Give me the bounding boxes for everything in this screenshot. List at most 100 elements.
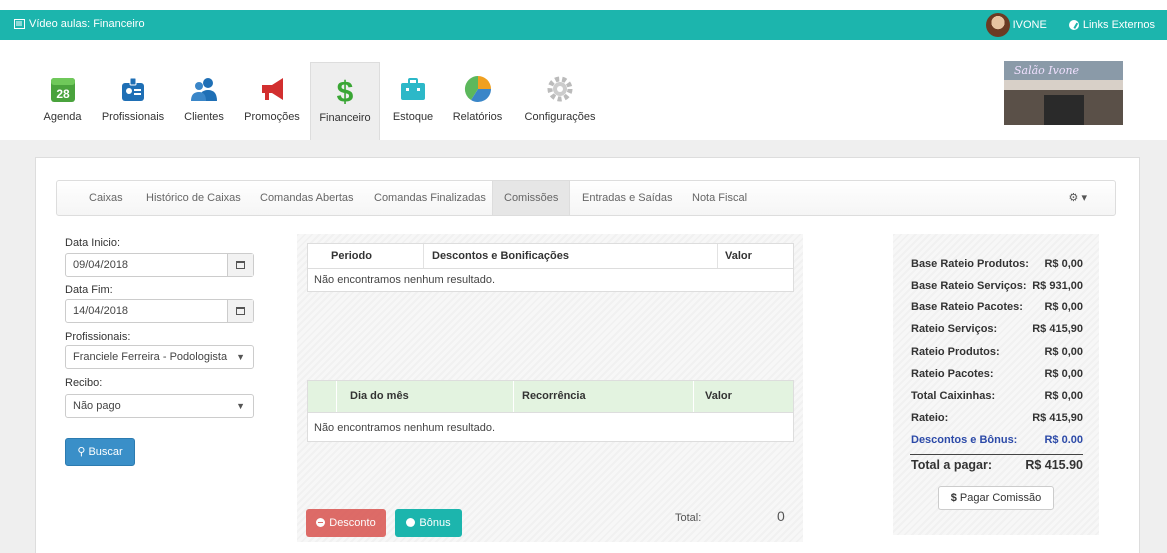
id-card-icon [122, 77, 144, 101]
dollar-icon: $ [337, 76, 354, 105]
tab-nota-fiscal[interactable]: Nota Fiscal [692, 181, 747, 215]
summary-row-descontos: Descontos e Bônus: R$ 0.00 [911, 434, 1083, 446]
summary-value: R$ 931,00 [1032, 280, 1083, 292]
summary-value: R$ 0,00 [1044, 301, 1083, 313]
buscar-button[interactable]: ⚲ Buscar [65, 438, 135, 466]
settings-dropdown[interactable]: ⚙ ▾ [1069, 191, 1087, 204]
pie-chart-icon [464, 75, 491, 103]
nav-item-financeiro[interactable]: $ Financeiro [310, 62, 380, 140]
salon-logo: Salão Ivone [1004, 61, 1123, 125]
nav-item-profissionais[interactable]: Profissionais [97, 62, 169, 137]
video-lessons-link[interactable]: Vídeo aulas: Financeiro [14, 18, 145, 30]
summary-row: Rateio Serviços: R$ 415,90 [911, 323, 1083, 335]
col-recorrencia: Recorrência [522, 390, 586, 402]
logo-storefront [1044, 95, 1084, 125]
nav-item-estoque[interactable]: Estoque [389, 62, 437, 137]
pagar-comissao-button[interactable]: $ Pagar Comissão [938, 486, 1054, 510]
bonus-label: Bônus [419, 517, 451, 529]
nav-item-configuracoes[interactable]: Configurações [524, 62, 596, 137]
calendar-button[interactable] [227, 254, 253, 276]
total-pagar-value: R$ 415.90 [1025, 458, 1083, 472]
summary-divider [910, 454, 1083, 455]
total-label: Total: [675, 512, 702, 524]
nav-label: Relatórios [452, 111, 503, 123]
summary-label: Rateio: [911, 412, 949, 424]
summary-label: Base Rateio Serviços: [911, 280, 1027, 292]
tab-historico-caixas[interactable]: Histórico de Caixas [146, 181, 241, 215]
avatar[interactable] [985, 13, 1010, 37]
nav-item-relatorios[interactable]: Relatórios [450, 62, 505, 137]
summary-label: Rateio Serviços: [911, 323, 998, 335]
search-icon: ⚲ [77, 446, 86, 458]
summary-label: Descontos e Bônus: [911, 434, 1018, 446]
commission-details: Periodo Descontos e Bonificações Valor N… [297, 234, 803, 542]
pagar-comissao-label: Pagar Comissão [959, 492, 1042, 504]
summary-row: Base Rateio Pacotes: R$ 0,00 [911, 301, 1083, 313]
nav-item-promocoes[interactable]: Promoções [241, 62, 303, 137]
tab-comandas-finalizadas[interactable]: Comandas Finalizadas [374, 181, 486, 215]
external-links[interactable]: Links Externos [1083, 19, 1155, 31]
users-icon [191, 78, 217, 101]
nav-label: Profissionais [101, 111, 165, 123]
col-dia-mes: Dia do mês [350, 390, 409, 402]
nav-item-agenda[interactable]: 28 Agenda [40, 62, 85, 137]
summary-label: Rateio Produtos: [911, 346, 1000, 358]
calendar-button[interactable] [227, 300, 253, 322]
chevron-down-icon: ▾ [1081, 192, 1087, 204]
dollar-icon: $ [950, 492, 957, 504]
data-fim-input[interactable]: 14/04/2018 [65, 299, 254, 323]
data-inicio-input[interactable]: 09/04/2018 [65, 253, 254, 277]
profissionais-select[interactable]: Franciele Ferreira - Podologista ▼ [65, 345, 254, 369]
column-divider [423, 244, 424, 268]
empty-message: Não encontramos nenhum resultado. [314, 422, 495, 434]
desconto-button[interactable]: Desconto [306, 509, 386, 537]
user-name[interactable]: IVONE [1013, 19, 1047, 31]
col-valor: Valor [725, 250, 752, 262]
cog-icon [547, 76, 573, 102]
recurrence-table: Dia do mês Recorrência Valor Não encontr… [307, 380, 794, 442]
tab-comandas-abertas[interactable]: Comandas Abertas [260, 181, 354, 215]
gear-icon: ⚙ [1068, 192, 1079, 204]
col-valor: Valor [705, 390, 732, 402]
summary-label: Base Rateio Produtos: [911, 258, 1029, 270]
data-inicio-value: 09/04/2018 [73, 259, 129, 271]
tab-caixas[interactable]: Caixas [89, 181, 123, 215]
summary-value: R$ 0.00 [1044, 434, 1083, 446]
plus-circle-icon [406, 515, 416, 543]
briefcase-icon [401, 78, 425, 100]
nav-label: Financeiro [319, 112, 371, 124]
recibo-label: Recibo: [65, 377, 103, 389]
profissionais-value: Franciele Ferreira - Podologista [73, 351, 228, 363]
summary-value: R$ 0,00 [1044, 258, 1083, 270]
summary-value: R$ 0,00 [1044, 368, 1083, 380]
user-area: IVONE Links Externos [985, 10, 1155, 40]
nav-label: Configurações [524, 111, 596, 123]
summary-label: Rateio Pacotes: [911, 368, 994, 380]
minus-circle-icon [316, 518, 326, 527]
tab-entradas-saidas[interactable]: Entradas e Saídas [582, 181, 673, 215]
nav-label: Clientes [184, 111, 224, 123]
chevron-down-icon: ▼ [236, 401, 245, 411]
total-pagar-label: Total a pagar: [911, 458, 993, 472]
nav-item-clientes[interactable]: Clientes [180, 62, 228, 137]
recibo-select[interactable]: Não pago ▼ [65, 394, 254, 418]
nav-label: Promoções [244, 111, 300, 123]
chevron-down-icon: ▼ [236, 352, 245, 362]
summary-value: R$ 415,90 [1032, 323, 1083, 335]
summary-row: Rateio Pacotes: R$ 0,00 [911, 368, 1083, 380]
summary-value: R$ 0,00 [1044, 346, 1083, 358]
header-divider [308, 268, 793, 269]
column-divider [717, 244, 718, 268]
main-nav: 28 Agenda Profissionais Clientes Promoçõ… [0, 45, 1167, 140]
megaphone-icon [262, 78, 283, 100]
data-fim-label: Data Fim: [65, 284, 113, 296]
top-bar-strip: Vídeo aulas: Financeiro IVONE Links Exte… [0, 10, 1167, 40]
calendar-day: 28 [56, 87, 70, 101]
tab-comissoes[interactable]: Comissões [492, 181, 571, 215]
column-divider [513, 381, 514, 412]
desconto-label: Desconto [329, 517, 376, 529]
summary-label: Total Caixinhas: [911, 390, 996, 402]
data-inicio-label: Data Inicio: [65, 237, 121, 249]
bonus-button[interactable]: Bônus [395, 509, 462, 543]
summary-value: R$ 0,00 [1044, 390, 1083, 402]
